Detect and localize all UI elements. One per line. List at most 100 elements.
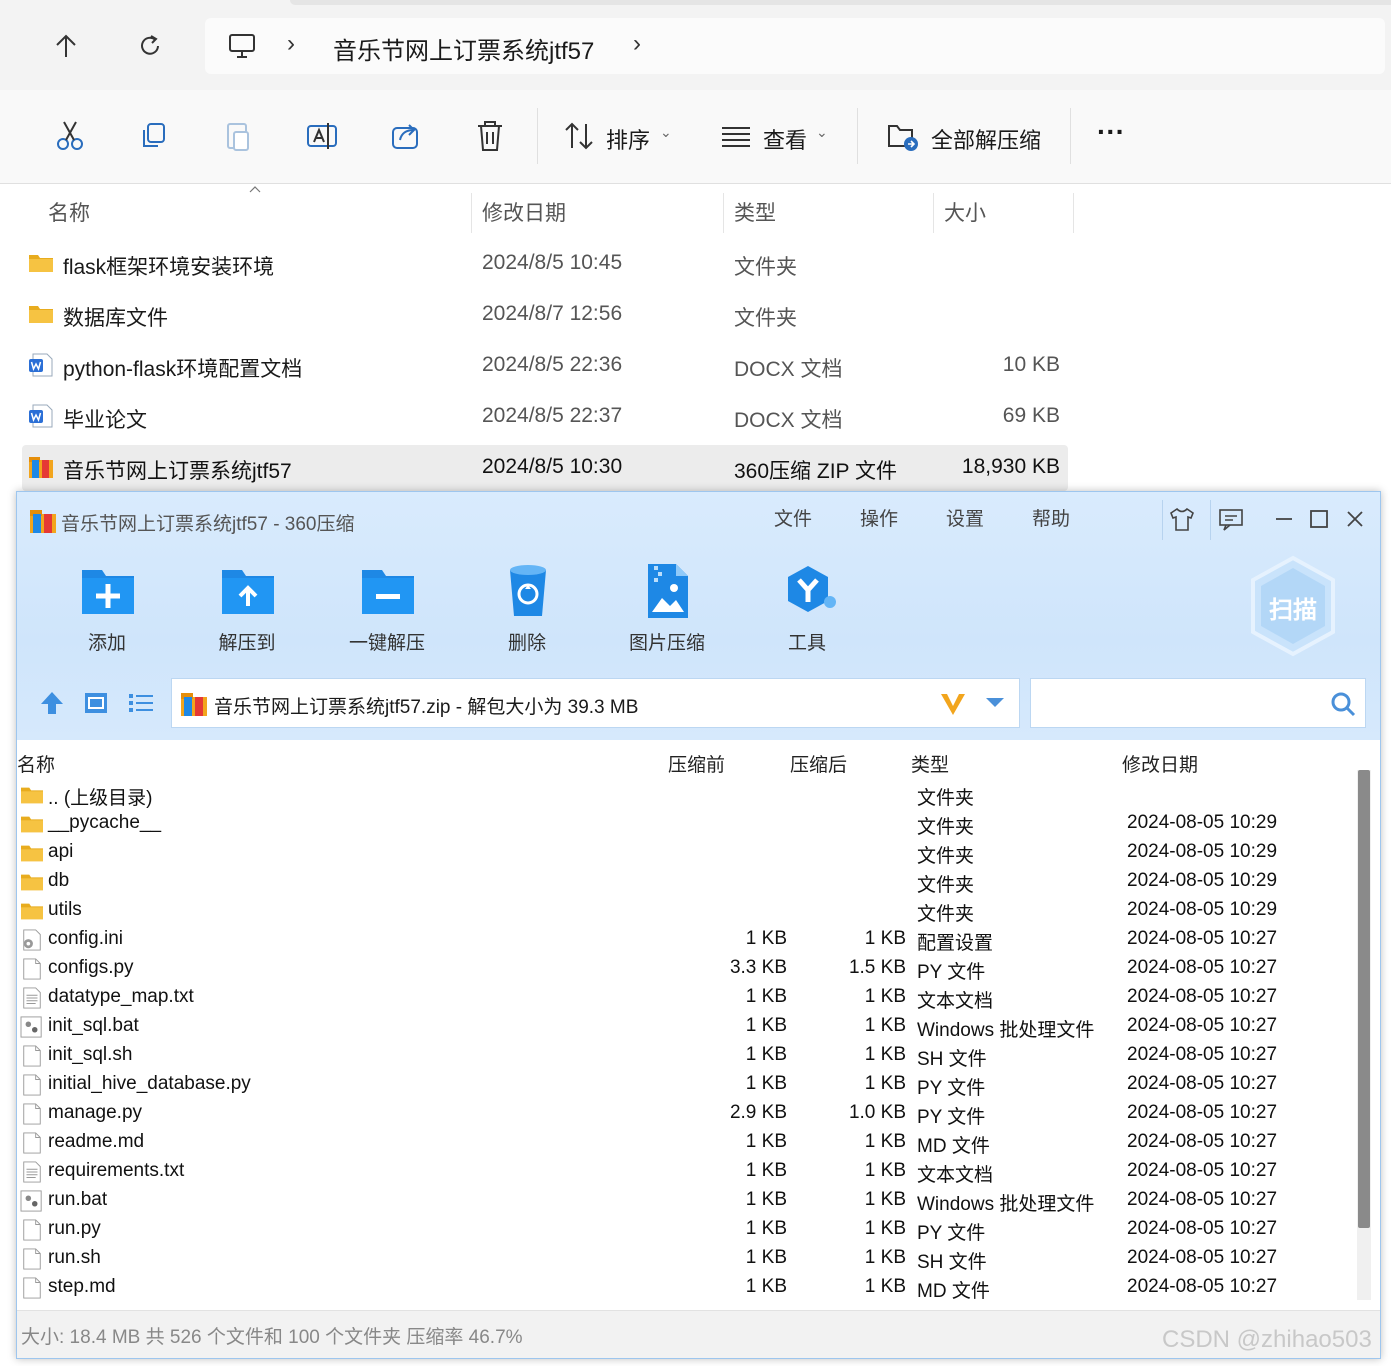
delete-button[interactable]: 删除 xyxy=(472,562,582,662)
zip-list-item[interactable]: manage.py 2.9 KB 1.0 KB PY 文件 2024-08-05 10:… xyxy=(17,1099,1347,1128)
extract-all-icon[interactable] xyxy=(886,118,922,154)
tools-icon xyxy=(788,566,836,612)
zip-search-input[interactable] xyxy=(1030,678,1366,728)
file-row[interactable]: 音乐节网上订票系统jtf57 2024/8/5 10:30 360压缩 ZIP 文件… xyxy=(22,445,1068,491)
maximize-icon[interactable] xyxy=(1302,502,1336,536)
search-icon[interactable] xyxy=(1329,690,1357,718)
zip-item-name: manage.py xyxy=(48,1102,143,1123)
zip-item-size-before: 1 KB xyxy=(745,986,787,1007)
folder-icon xyxy=(20,842,44,864)
zip-column-date[interactable]: 修改日期 xyxy=(1122,750,1198,777)
zip-column-after[interactable]: 压缩后 xyxy=(790,750,847,777)
zip-list-item[interactable]: step.md 1 KB 1 KB MD 文件 2024-08-05 10:27 xyxy=(17,1273,1347,1302)
zip-item-size-after: 1 KB xyxy=(864,1218,906,1239)
file-row[interactable]: python-flask环境配置文档 2024/8/5 22:36 DOCX 文档 1… xyxy=(22,343,1068,389)
file-list: 名称 修改日期 类型 大小 flask框架环境安装环境 2024/8/5 10:4… xyxy=(0,185,1391,495)
view-button[interactable]: 查看 xyxy=(763,123,807,155)
rename-icon[interactable] xyxy=(304,118,340,154)
extract-all-button[interactable]: 全部解压缩 xyxy=(931,123,1041,155)
title-divider xyxy=(1162,500,1163,540)
paste-icon[interactable] xyxy=(220,118,256,154)
up-arrow-icon[interactable] xyxy=(46,26,86,66)
zip-list-item[interactable]: run.py 1 KB 1 KB PY 文件 2024-08-05 10:27 xyxy=(17,1215,1347,1244)
batch-file-icon xyxy=(20,1016,44,1038)
zip-list-item[interactable]: init_sql.bat 1 KB 1 KB Windows 批处理文件 2024-08… xyxy=(17,1012,1347,1041)
menu-settings[interactable]: 设置 xyxy=(946,504,984,531)
zip-item-type: 文件夹 xyxy=(917,788,975,809)
column-divider[interactable] xyxy=(933,193,934,233)
one-click-extract-button[interactable]: 一键解压 xyxy=(332,562,442,662)
menu-file[interactable]: 文件 xyxy=(774,504,812,531)
zip-item-size-after: 1 KB xyxy=(864,1044,906,1065)
zip-list-item[interactable]: db 文件夹 2024-08-05 10:29 xyxy=(17,867,1347,896)
tools-button[interactable]: 工具 xyxy=(752,562,862,662)
zip-list-item[interactable]: initial_hive_database.py 1 KB 1 KB PY 文件 202… xyxy=(17,1070,1347,1099)
column-divider[interactable] xyxy=(471,193,472,233)
zip-list-item[interactable]: run.bat 1 KB 1 KB Windows 批处理文件 2024-08-05 1… xyxy=(17,1186,1347,1215)
zip-list-item[interactable]: readme.md 1 KB 1 KB MD 文件 2024-08-05 10:27 xyxy=(17,1128,1347,1157)
up-level-icon[interactable] xyxy=(39,690,65,716)
zip-column-name[interactable]: 名称 xyxy=(17,750,55,777)
zip-item-name: init_sql.bat xyxy=(48,1015,139,1036)
zip-column-type[interactable]: 类型 xyxy=(911,750,949,777)
zip-item-date: 2024-08-05 10:27 xyxy=(1127,928,1278,949)
zip-list-item[interactable]: config.ini 1 KB 1 KB 配置设置 2024-08-05 10:27 xyxy=(17,925,1347,954)
file-row[interactable]: 数据库文件 2024/8/7 12:56 文件夹 xyxy=(22,292,1068,338)
zip-list-item[interactable]: .. (上级目录) 文件夹 xyxy=(17,780,1347,809)
toolbar-divider xyxy=(537,108,538,164)
zip-column-before[interactable]: 压缩前 xyxy=(668,750,725,777)
zip-list-item[interactable]: utils 文件夹 2024-08-05 10:29 xyxy=(17,896,1347,925)
view-list-icon[interactable] xyxy=(718,118,754,154)
minimize-icon[interactable] xyxy=(1267,502,1301,536)
breadcrumb-chevron-icon[interactable]: › xyxy=(287,30,295,58)
zip-list-item[interactable]: datatype_map.txt 1 KB 1 KB 文本文档 2024-08-05 1… xyxy=(17,983,1347,1012)
zip-item-type: 文件夹 xyxy=(917,904,975,925)
column-divider[interactable] xyxy=(1073,193,1074,233)
zip-list-item[interactable]: run.sh 1 KB 1 KB SH 文件 2024-08-05 10:27 xyxy=(17,1244,1347,1273)
file-row[interactable]: 毕业论文 2024/8/5 22:37 DOCX 文档 69 KB xyxy=(22,394,1068,440)
breadcrumb-current-folder[interactable]: 音乐节网上订票系统jtf57 xyxy=(333,31,594,66)
sort-icon[interactable] xyxy=(562,118,598,154)
scrollbar[interactable] xyxy=(1357,770,1371,1300)
zip-item-size-after: 1 KB xyxy=(864,1160,906,1181)
scan-button[interactable]: 扫描 xyxy=(1243,554,1343,664)
menu-operate[interactable]: 操作 xyxy=(860,504,898,531)
close-icon[interactable] xyxy=(1338,502,1372,536)
file-icon xyxy=(20,1219,44,1241)
image-compress-button[interactable]: 图片压缩 xyxy=(612,562,722,662)
column-header-name[interactable]: 名称 xyxy=(48,197,90,227)
menu-help[interactable]: 帮助 xyxy=(1032,504,1070,531)
file-row[interactable]: flask框架环境安装环境 2024/8/5 10:45 文件夹 xyxy=(22,241,1068,287)
v-logo-icon[interactable] xyxy=(938,689,968,719)
extract-to-button[interactable]: 解压到 xyxy=(192,562,302,662)
copy-icon[interactable] xyxy=(136,118,172,154)
delete-icon[interactable] xyxy=(472,118,508,154)
zip-item-date: 2024-08-05 10:29 xyxy=(1127,841,1278,862)
cut-icon[interactable] xyxy=(52,118,88,154)
zip-item-size-before: 1 KB xyxy=(745,1160,787,1181)
zip-list-item[interactable]: init_sql.sh 1 KB 1 KB SH 文件 2024-08-05 10:27 xyxy=(17,1041,1347,1070)
add-button[interactable]: 添加 xyxy=(52,562,162,662)
zip-list-item[interactable]: __pycache__ 文件夹 2024-08-05 10:29 xyxy=(17,809,1347,838)
more-options-button[interactable]: ··· xyxy=(1097,116,1125,148)
dropdown-arrow-icon[interactable] xyxy=(984,696,1006,710)
thumbnail-view-icon[interactable] xyxy=(83,690,109,716)
column-header-size[interactable]: 大小 xyxy=(944,197,986,227)
address-bar[interactable]: › 音乐节网上订票系统jtf57 › xyxy=(205,18,1385,74)
column-header-type[interactable]: 类型 xyxy=(734,197,776,227)
breadcrumb-chevron-icon[interactable]: › xyxy=(633,30,641,58)
zip-list-item[interactable]: configs.py 3.3 KB 1.5 KB PY 文件 2024-08-05 10… xyxy=(17,954,1347,983)
column-divider[interactable] xyxy=(723,193,724,233)
share-icon[interactable] xyxy=(388,118,424,154)
sort-button[interactable]: 排序 xyxy=(606,123,650,155)
zip-list-item[interactable]: requirements.txt 1 KB 1 KB 文本文档 2024-08-05 1… xyxy=(17,1157,1347,1186)
feedback-icon[interactable] xyxy=(1214,502,1248,536)
zip-item-date: 2024-08-05 10:27 xyxy=(1127,1044,1278,1065)
skin-shirt-icon[interactable] xyxy=(1165,502,1199,536)
list-view-icon[interactable] xyxy=(127,690,155,716)
scrollbar-thumb[interactable] xyxy=(1358,770,1370,1228)
refresh-icon[interactable] xyxy=(130,26,170,66)
column-header-date[interactable]: 修改日期 xyxy=(482,197,566,227)
zip-path-bar[interactable]: 音乐节网上订票系统jtf57.zip - 解包大小为 39.3 MB xyxy=(171,678,1020,728)
zip-list-item[interactable]: api 文件夹 2024-08-05 10:29 xyxy=(17,838,1347,867)
